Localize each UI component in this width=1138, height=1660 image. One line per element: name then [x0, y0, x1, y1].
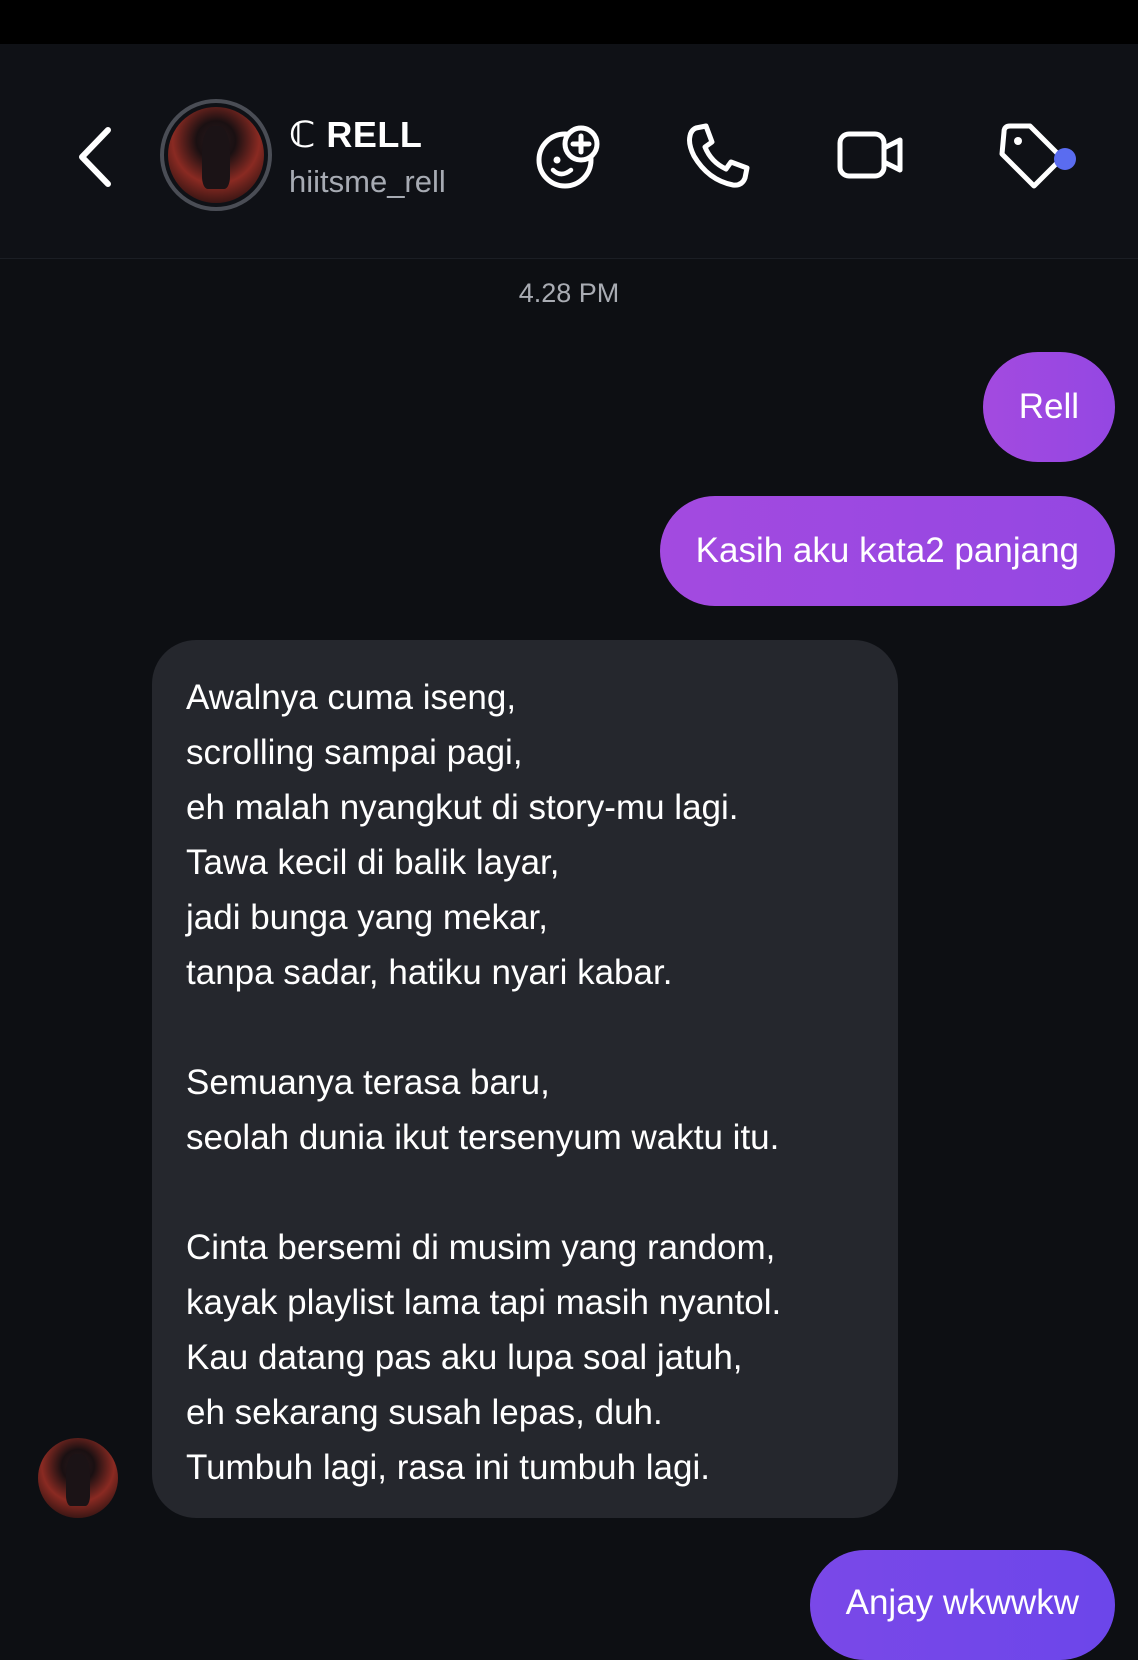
video-icon — [837, 131, 903, 179]
back-button[interactable] — [70, 122, 120, 192]
contact-handle[interactable]: hiitsme_rell — [289, 164, 446, 200]
status-bar — [0, 0, 1138, 44]
notification-dot — [1054, 148, 1076, 170]
message-line: kayak playlist lama tapi masih nyantol. — [186, 1283, 782, 1322]
video-call-button[interactable] — [830, 116, 910, 196]
message-line: scrolling sampai pagi, — [186, 733, 523, 772]
back-icon — [79, 127, 111, 187]
stanza-break — [186, 1165, 864, 1220]
game-button[interactable] — [529, 116, 609, 196]
message-line: Tawa kecil di balik layar, — [186, 843, 560, 882]
outgoing-message[interactable]: Anjay wkwwkw — [809, 1550, 1115, 1660]
message-line: Semuanya terasa baru, — [186, 1063, 550, 1102]
avatar-image — [168, 107, 264, 203]
message-line: eh sekarang susah lepas, duh. — [186, 1393, 663, 1432]
message-line: Tumbuh lagi, rasa ini tumbuh lagi. — [186, 1448, 710, 1487]
sender-avatar[interactable] — [38, 1438, 118, 1518]
stanza-break — [186, 1000, 864, 1055]
message-timestamp: 4.28 PM — [518, 278, 620, 308]
message-line: eh malah nyangkut di story-mu lagi. — [186, 788, 739, 827]
game-icon — [536, 125, 600, 189]
incoming-message[interactable]: Awalnya cuma iseng, scrolling sampai pag… — [152, 640, 898, 1518]
message-line: Cinta bersemi di musim yang random, — [186, 1228, 776, 1267]
outgoing-message[interactable]: Rell — [982, 352, 1115, 462]
message-line: jadi bunga yang mekar, — [186, 898, 548, 937]
chat-header: ℂ RELL hiitsme_rell — [0, 44, 1138, 259]
message-line: Kau datang pas aku lupa soal jatuh, — [186, 1338, 743, 1377]
message-line: Awalnya cuma iseng, — [186, 678, 517, 717]
voice-call-button[interactable] — [678, 116, 758, 196]
phone-icon — [687, 123, 750, 188]
message-line: tanpa sadar, hatiku nyari kabar. — [186, 953, 673, 992]
message-line: seolah dunia ikut tersenyum waktu itu. — [186, 1118, 780, 1157]
profile-avatar[interactable] — [160, 99, 272, 211]
contact-name[interactable]: ℂ RELL — [289, 114, 422, 156]
outgoing-message[interactable]: Kasih aku kata2 panjang — [659, 496, 1115, 606]
